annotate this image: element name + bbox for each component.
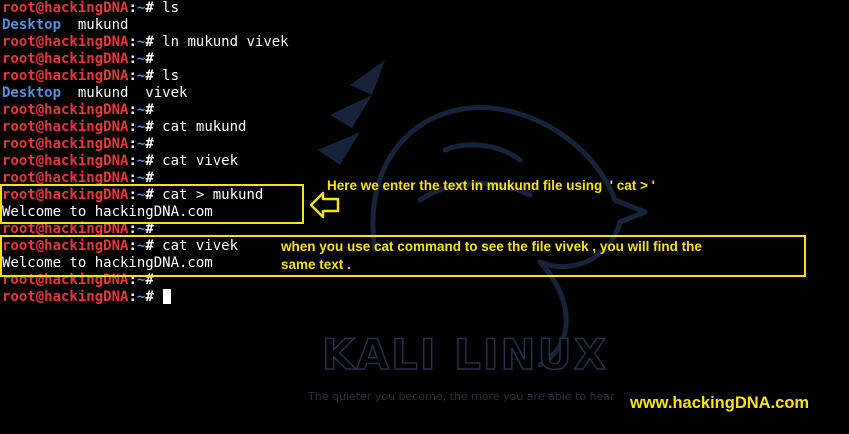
prompt-symbol: # — [145, 68, 163, 84]
prompt-separator: : — [128, 289, 137, 305]
terminal-window[interactable]: KALI LINUX The quieter you become, the m… — [0, 0, 849, 434]
command-text: cat vivek — [162, 153, 239, 169]
output-text: mukund vivek — [61, 85, 188, 101]
prompt-symbol: # — [145, 102, 163, 118]
prompt-separator: : — [128, 34, 137, 50]
prompt-line: root@hackingDNA:~# ln mukund vivek — [2, 34, 289, 51]
cat-read-annotation-line1: when you use cat command to see the file… — [281, 239, 702, 254]
directory-name: Desktop — [2, 17, 62, 33]
prompt-symbol: # — [145, 34, 163, 50]
cat-write-annotation: Here we enter the text in mukund file us… — [327, 178, 655, 193]
prompt-separator: : — [128, 51, 137, 67]
prompt-user-host: root@hackingDNA — [2, 0, 129, 16]
prompt-symbol: # — [145, 153, 163, 169]
prompt-user-host: root@hackingDNA — [2, 289, 129, 305]
prompt-separator: : — [128, 102, 137, 118]
prompt-separator: : — [128, 68, 137, 84]
prompt-separator: : — [128, 136, 137, 152]
prompt-symbol: # — [145, 289, 163, 305]
prompt-user-host: root@hackingDNA — [2, 102, 129, 118]
prompt-separator: : — [128, 0, 137, 16]
prompt-line: root@hackingDNA:~# ls — [2, 68, 179, 85]
prompt-user-host: root@hackingDNA — [2, 51, 129, 67]
left-arrow-icon — [309, 191, 340, 219]
prompt-line: root@hackingDNA:~# ls — [2, 0, 179, 17]
prompt-separator: : — [128, 119, 137, 135]
terminal-cursor — [163, 289, 172, 304]
prompt-separator: : — [128, 153, 137, 169]
prompt-user-host: root@hackingDNA — [2, 136, 129, 152]
kali-wallpaper-tagline: The quieter you become, the more you are… — [308, 390, 615, 403]
prompt-line: root@hackingDNA:~# — [2, 102, 162, 119]
prompt-user-host: root@hackingDNA — [2, 68, 129, 84]
directory-name: Desktop — [2, 85, 62, 101]
output-line: Desktop mukund vivek — [2, 85, 187, 102]
prompt-user-host: root@hackingDNA — [2, 153, 129, 169]
prompt-line: root@hackingDNA:~# cat vivek — [2, 153, 238, 170]
prompt-line: root@hackingDNA:~# cat mukund — [2, 119, 246, 136]
prompt-user-host: root@hackingDNA — [2, 34, 129, 50]
command-text: ls — [162, 68, 180, 84]
prompt-symbol: # — [145, 51, 163, 67]
command-text: cat mukund — [162, 119, 247, 135]
cat-write-highlight-box — [0, 184, 304, 224]
prompt-symbol: # — [145, 119, 163, 135]
command-text: ls — [162, 0, 180, 16]
prompt-line: root@hackingDNA:~# — [2, 51, 162, 68]
prompt-line: root@hackingDNA:~# — [2, 136, 162, 153]
prompt-symbol: # — [145, 136, 163, 152]
output-line: Desktop mukund — [2, 17, 128, 34]
kali-linux-wallpaper-title: KALI LINUX — [321, 329, 609, 380]
cat-read-annotation-line2: same text . — [281, 257, 351, 272]
prompt-user-host: root@hackingDNA — [2, 119, 129, 135]
prompt-symbol: # — [145, 0, 163, 16]
command-text: ln mukund vivek — [162, 34, 289, 50]
output-text: mukund — [61, 17, 129, 33]
hackingdna-watermark: www.hackingDNA.com — [630, 394, 810, 412]
prompt-line-active[interactable]: root@hackingDNA:~# — [2, 289, 172, 306]
